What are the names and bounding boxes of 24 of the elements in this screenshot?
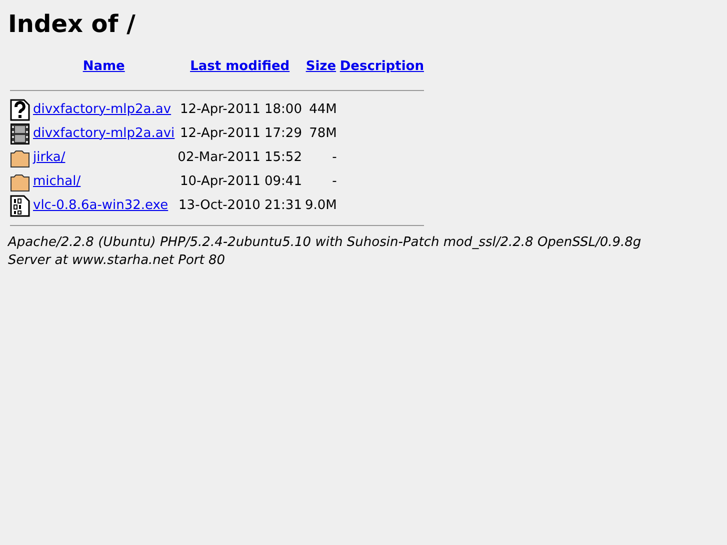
file-size: 78M — [309, 126, 337, 141]
file-link[interactable]: jirka/ — [33, 150, 66, 165]
modified-date: 02-Mar-2011 15:52 — [178, 150, 302, 165]
file-link[interactable]: divxfactory-mlp2a.avi — [33, 126, 175, 141]
file-link[interactable]: vlc-0.8.6a-win32.exe — [33, 198, 168, 213]
file-link[interactable]: divxfactory-mlp2a.av — [33, 102, 172, 117]
file-size: 9.0M — [304, 198, 337, 213]
modified-date: 13-Oct-2010 21:31 — [178, 198, 302, 213]
modified-date: 12-Apr-2011 18:00 — [180, 102, 302, 117]
question-file-icon — [10, 98, 30, 120]
file-link[interactable]: michal/ — [33, 174, 81, 189]
file-size: 44M — [309, 102, 337, 117]
file-size: - — [332, 150, 337, 165]
column-header-link[interactable]: Size — [306, 59, 336, 74]
column-header-link[interactable]: Description — [340, 59, 424, 74]
film-icon — [10, 122, 30, 144]
column-header-link[interactable]: Last modified — [190, 59, 290, 74]
page-title: Index of / — [8, 9, 136, 39]
binary-file-icon — [10, 194, 30, 216]
modified-date: 10-Apr-2011 09:41 — [180, 174, 302, 189]
modified-date: 12-Apr-2011 17:29 — [180, 126, 302, 141]
column-header-link[interactable]: Name — [82, 59, 125, 74]
file-size: - — [332, 174, 337, 189]
server-signature: Apache/2.2.8 (Ubuntu) PHP/5.2.4-2ubuntu5.10 with Suhosin-Patch mod_ssl/2.2.8 OpenSSL/0.9.8g Server at www.starha.net Port 80 — [8, 234, 642, 270]
